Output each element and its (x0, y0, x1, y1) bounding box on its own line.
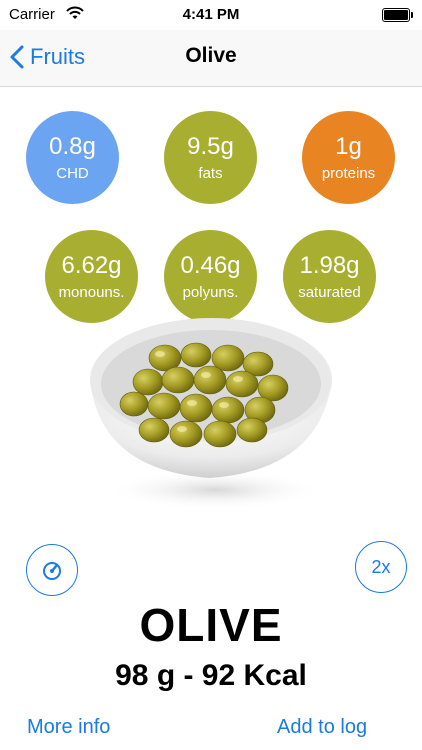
nutrient-value: 1g (335, 133, 362, 160)
navigation-bar: Fruits Olive (0, 30, 422, 87)
nutrient-value: 0.8g (49, 133, 96, 160)
nutrient-carbs-circle: 0.8g CHD (26, 111, 119, 204)
nutrient-label: CHD (56, 165, 89, 182)
nutrient-proteins-circle: 1g proteins (302, 111, 395, 204)
timer-icon (43, 562, 61, 580)
food-summary: 98 g - 92 Kcal (115, 659, 307, 692)
portion-multiplier-button[interactable]: 2x (355, 541, 407, 593)
battery-icon (382, 8, 413, 22)
nutrient-value: 6.62g (61, 252, 122, 279)
timer-button[interactable] (26, 544, 78, 596)
more-info-link[interactable]: More info (27, 716, 110, 739)
nutrient-label: proteins (321, 165, 376, 182)
nutrient-value: 0.46g (180, 252, 241, 279)
page-title: Olive (185, 44, 237, 67)
add-to-log-link[interactable]: Add to log (277, 716, 367, 739)
olive-bowl-image (90, 318, 332, 510)
nutrient-label: saturated (298, 284, 361, 301)
status-bar: Carrier 4:41 PM (0, 0, 422, 30)
nutrient-value: 1.98g (299, 252, 360, 279)
food-name: OLIVE (139, 599, 283, 651)
status-time: 4:41 PM (182, 6, 240, 23)
nutrient-label: fats (198, 165, 223, 182)
nutrient-label: polyuns. (182, 284, 239, 301)
nutrient-value: 9.5g (187, 133, 234, 160)
nutrient-label: monouns. (58, 284, 125, 301)
nutrient-fats-circle: 9.5g fats (164, 111, 257, 204)
